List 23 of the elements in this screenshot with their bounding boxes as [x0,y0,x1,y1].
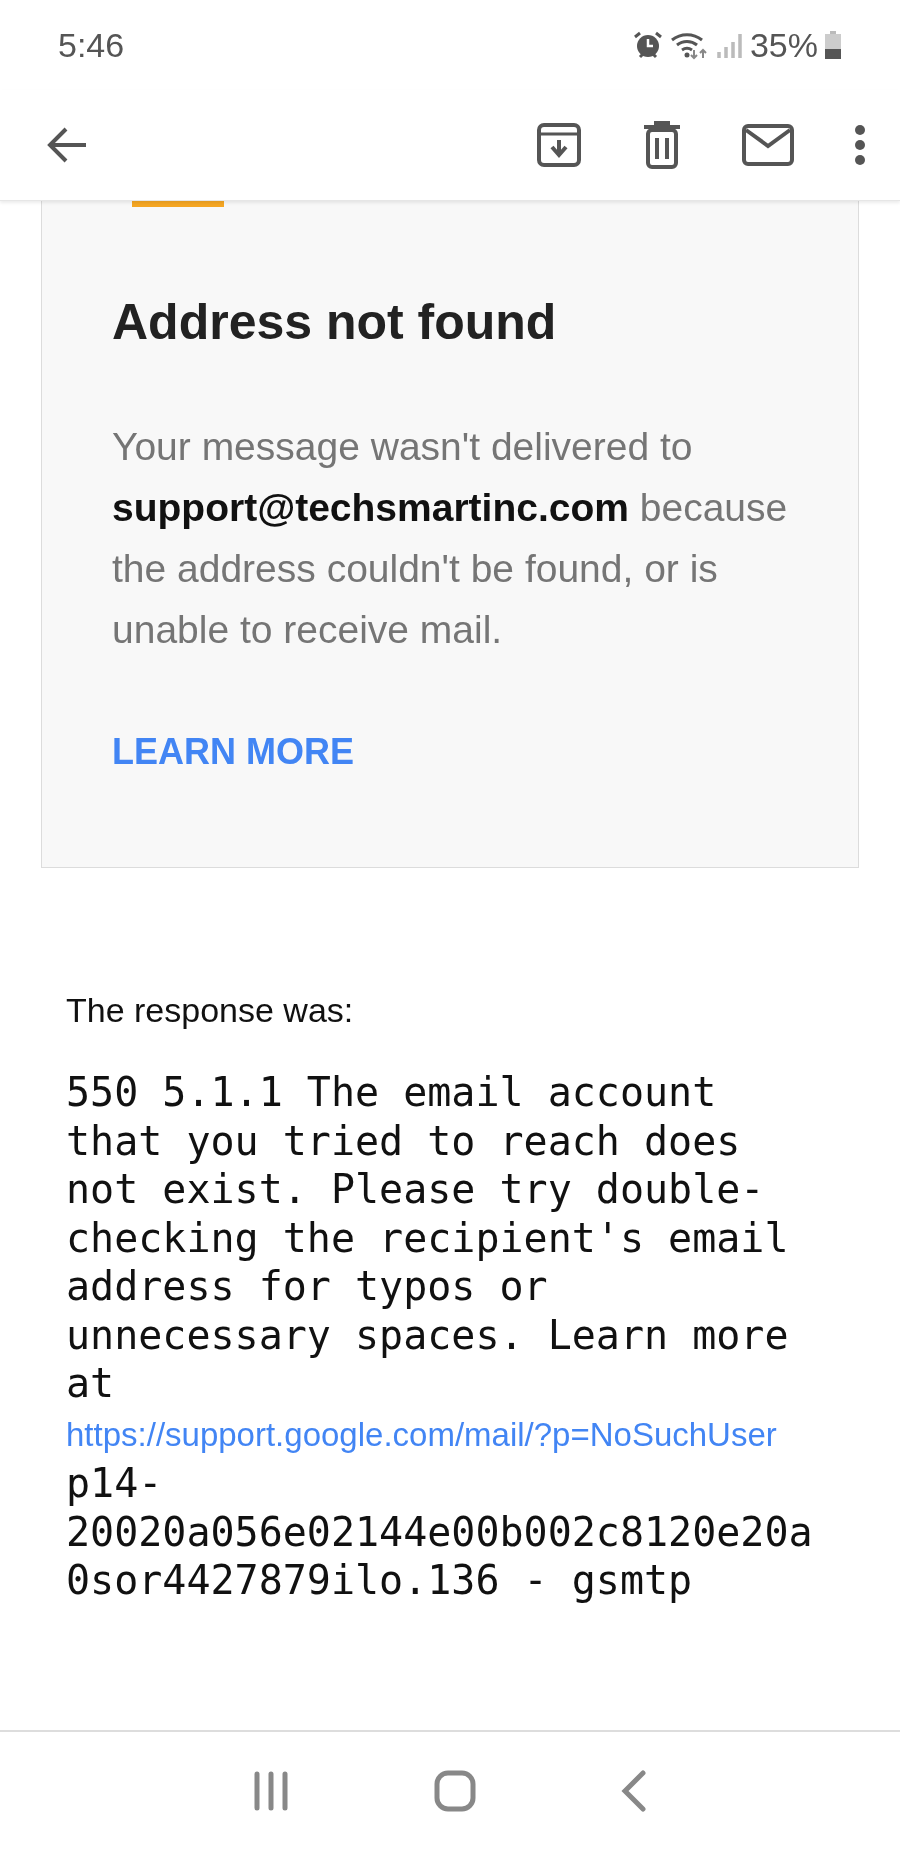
response-text: 550 5.1.1 The email account that you tried to reach does not exist. Please try double-checking the recipient's email address for typos or unnecessary spaces. Learn more at https://support.google.com/mail/?p=NoSuchUser p14-20020a056e02144e00b002c8120e20a0sor4427879ilo.136 - gsmtp [66,1068,813,1605]
back-button[interactable] [46,126,88,164]
archive-button[interactable] [536,122,582,168]
trash-icon [642,121,682,169]
back-arrow-icon [46,126,88,164]
mail-icon [742,124,794,166]
recents-icon[interactable] [252,1771,289,1811]
more-icon [854,124,866,166]
response-label: The response was: [66,990,355,1031]
battery-percent: 35% [749,25,818,65]
support-link[interactable]: https://support.google.com/mail/?p=NoSuchUser [66,1415,777,1453]
alarm-icon [631,30,664,60]
message-text: Your message wasn't delivered to support@techsmartinc.com because the address couldn't be found, or is unable to receive mail. [112,424,789,653]
archive-icon [536,122,582,168]
more-button[interactable] [854,124,866,166]
mark-unread-button[interactable] [742,124,794,166]
back-icon[interactable] [621,1770,648,1812]
delete-button[interactable] [642,121,682,169]
battery-icon [824,30,842,60]
learn-more-link[interactable]: LEARN MORE [112,730,354,774]
card-title: Address not found [112,293,558,352]
home-icon[interactable] [434,1770,476,1812]
status-time: 5:46 [58,25,125,65]
